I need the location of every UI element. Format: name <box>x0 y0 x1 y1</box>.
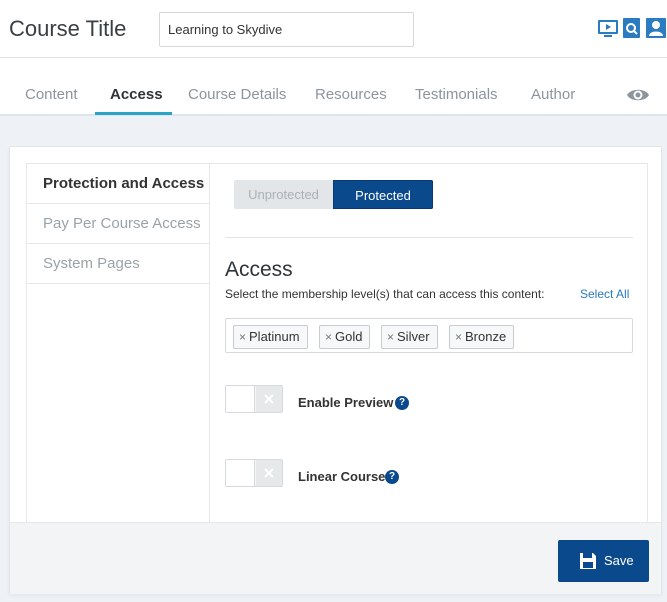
tag-label: Bronze <box>465 329 507 344</box>
membership-tag: × Gold <box>319 325 371 349</box>
remove-tag-icon[interactable]: × <box>239 330 246 344</box>
video-icon[interactable] <box>597 17 619 39</box>
remove-tag-icon[interactable]: × <box>325 330 332 344</box>
membership-tag: × Silver <box>381 325 438 349</box>
tab-content[interactable]: Content <box>25 86 78 103</box>
tab-author[interactable]: Author <box>531 86 575 103</box>
settings-sidebar: Protection and Access Pay Per Course Acc… <box>27 164 210 522</box>
membership-level-select[interactable]: × Platinum × Gold × Silver × Bronze <box>225 318 633 353</box>
membership-tag: × Platinum <box>233 325 308 349</box>
protection-toggle: Unprotected Protected <box>234 180 433 209</box>
protected-button[interactable]: Protected <box>333 180 433 209</box>
settings-inner: Protection and Access Pay Per Course Acc… <box>26 163 648 523</box>
save-button[interactable]: Save <box>558 540 649 582</box>
unprotected-button[interactable]: Unprotected <box>234 180 333 209</box>
toggle-off-area <box>256 460 282 486</box>
top-icons <box>597 17 667 39</box>
remove-tag-icon[interactable]: × <box>455 330 462 344</box>
sidebar-item-protection-and-access[interactable]: Protection and Access <box>27 164 209 204</box>
course-title-label: Course Title <box>9 16 127 41</box>
top-bar: Course Title <box>0 0 667 58</box>
course-title-input[interactable] <box>159 12 414 47</box>
floppy-disk-icon <box>580 553 596 569</box>
access-description: Select the membership level(s) that can … <box>225 287 545 301</box>
sidebar-item-pay-per-course-access[interactable]: Pay Per Course Access <box>27 204 209 244</box>
close-icon <box>264 468 274 478</box>
toggle-knob <box>226 460 255 486</box>
enable-preview-label: Enable Preview <box>298 395 394 410</box>
protection-content: Unprotected Protected Access Select the … <box>225 164 635 522</box>
save-button-label: Save <box>604 553 634 568</box>
membership-tag: × Bronze <box>449 325 515 349</box>
user-card-icon[interactable] <box>645 17 667 39</box>
tag-label: Silver <box>397 329 430 344</box>
divider <box>225 237 633 238</box>
close-icon <box>264 394 274 404</box>
access-heading: Access <box>225 258 293 281</box>
tab-course-details[interactable]: Course Details <box>188 86 286 103</box>
linear-course-label: Linear Course <box>298 469 386 484</box>
settings-panel: Protection and Access Pay Per Course Acc… <box>9 146 662 594</box>
tag-label: Gold <box>335 329 363 344</box>
tab-access[interactable]: Access <box>110 86 163 103</box>
tab-testimonials[interactable]: Testimonials <box>415 86 498 103</box>
eye-icon[interactable] <box>626 85 650 105</box>
select-all-link[interactable]: Select All <box>580 287 629 301</box>
active-tab-indicator <box>95 112 172 115</box>
help-icon[interactable]: ? <box>385 470 399 484</box>
sidebar-item-system-pages[interactable]: System Pages <box>27 244 209 284</box>
linear-course-toggle[interactable] <box>225 459 283 487</box>
tag-label: Platinum <box>249 329 300 344</box>
help-icon[interactable]: ? <box>395 396 409 410</box>
enable-preview-toggle[interactable] <box>225 385 283 413</box>
tab-bar: Content Access Course Details Resources … <box>0 58 667 116</box>
tab-resources[interactable]: Resources <box>315 86 387 103</box>
toggle-off-area <box>256 386 282 412</box>
search-page-icon[interactable] <box>621 17 643 39</box>
panel-footer: Save <box>10 522 661 594</box>
remove-tag-icon[interactable]: × <box>387 330 394 344</box>
toggle-knob <box>226 386 255 412</box>
